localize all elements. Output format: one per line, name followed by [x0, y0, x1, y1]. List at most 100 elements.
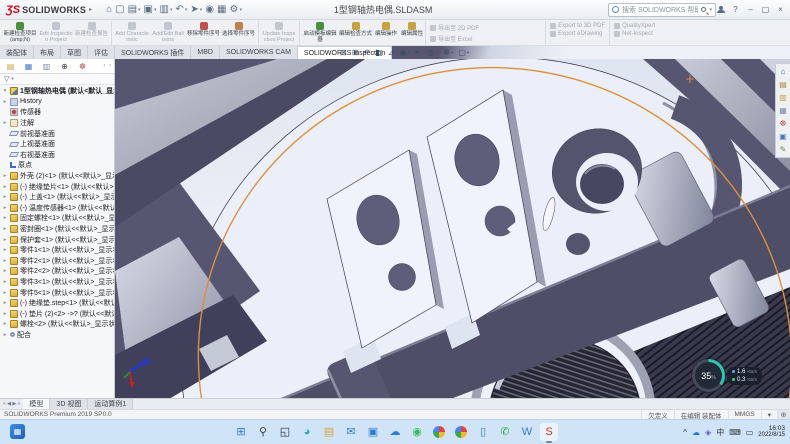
measure-icon[interactable]: ⊿ — [388, 48, 395, 57]
expand-arrow-icon[interactable]: ▸ — [2, 300, 8, 306]
ribbon-button[interactable]: Add/Edit Balloons — [150, 21, 186, 45]
tree-row[interactable]: ▸ 保护套<1> (默认<<默认>_显示状态 1>) — [2, 234, 114, 245]
tree-row[interactable]: ▸ 零件5<1> (默认<<默认>_显示状态 1>) — [2, 287, 114, 298]
export-button[interactable]: QualityXpert — [614, 23, 655, 29]
display-style-icon[interactable]: ◓▾ — [415, 48, 423, 57]
tree-row[interactable]: ▸ (-) 垫片 (2)<2> ->? (默认<<默认>_显示状态 1>) — [2, 308, 114, 319]
keyboard-tray-icon[interactable]: ⌨ — [729, 428, 741, 437]
file-properties-icon[interactable]: ▦ — [217, 5, 226, 15]
app-green-icon[interactable]: ◉ — [408, 423, 426, 441]
tree-row[interactable]: ▸ History — [2, 97, 114, 108]
section-view-icon[interactable]: ◧ — [375, 48, 383, 57]
export-button[interactable]: Export eDrawing — [550, 31, 605, 37]
chrome-icon[interactable] — [452, 423, 470, 441]
custom-properties-icon[interactable]: ▣ — [778, 131, 789, 142]
ribbon-button[interactable]: 编辑操作 — [373, 21, 399, 45]
expand-arrow-icon[interactable]: ▸ — [2, 173, 8, 179]
ribbon-button[interactable]: Add Characteristic — [114, 21, 150, 45]
file-explorer-icon[interactable]: ▤ — [320, 423, 338, 441]
edge-icon[interactable]: ◕ — [298, 423, 316, 441]
expand-arrow-icon[interactable]: ▸ — [2, 279, 8, 285]
design-library-icon[interactable]: ▤ — [778, 79, 789, 90]
hide-show-items-icon[interactable]: ◎▾ — [428, 48, 438, 57]
menu-flyout-icon[interactable]: ▸ — [89, 6, 92, 13]
appearances-scenes-icon[interactable]: ☸ — [778, 118, 789, 129]
status-item[interactable]: 欠定义 — [641, 410, 674, 420]
start-button[interactable]: ⊞ — [232, 423, 250, 441]
tray-chevron-icon[interactable]: ^ — [683, 428, 687, 437]
ribbon-button[interactable]: 移除零件序号 — [186, 21, 221, 45]
view-orientation-icon[interactable]: ◉▾ — [399, 48, 409, 57]
tree-row[interactable]: 前视基准面 — [2, 128, 114, 139]
status-item[interactable]: MMGS — [728, 411, 761, 418]
display-tray-icon[interactable]: ▭ — [746, 428, 754, 437]
wechat-icon[interactable]: ✆ — [496, 423, 514, 441]
document-tab[interactable]: 模型 — [23, 399, 50, 409]
ribbon-button[interactable]: Edit Inspection Project — [38, 21, 74, 45]
zoom-area-icon[interactable]: ⊞ — [352, 48, 359, 57]
expand-arrow-icon[interactable]: ▸ — [2, 120, 8, 126]
onedrive-icon[interactable]: ☁ — [386, 423, 404, 441]
expand-arrow-icon[interactable]: ▸ — [2, 215, 8, 221]
command-tab[interactable]: 评估 — [88, 46, 115, 59]
usage-gauge[interactable]: 35% — [692, 359, 725, 392]
tree-row[interactable]: ▾ 1型钢轴热电偶 (默认<默认_显示状态-1>) — [2, 86, 114, 97]
tree-row[interactable]: ▸ 密封圈<1> (默认<<默认>_显示状态 1>) — [2, 224, 114, 235]
graphics-viewport[interactable]: ⌂▤▥▦☸▣✎ 35% — [115, 59, 790, 398]
previous-view-icon[interactable]: ↶ — [363, 48, 370, 57]
tree-row[interactable]: ▸ (-) 温度传感器<1> (默认<<默认>_显示状态 1>) — [2, 203, 114, 214]
expand-arrow-icon[interactable]: ▸ — [2, 247, 8, 253]
tree-row[interactable]: 上视基准面 — [2, 139, 114, 150]
displaymanager-tab[interactable]: ☸ — [74, 60, 91, 73]
help-button[interactable]: ? — [728, 5, 743, 14]
ime-mode-button[interactable]: 中 — [716, 428, 724, 437]
solidworks-resources-icon[interactable]: ⌂ — [778, 66, 789, 77]
featuremanager-tab[interactable]: ▤ — [2, 60, 19, 73]
forum-icon[interactable]: ✎ — [778, 144, 789, 155]
command-tab[interactable]: MBD — [191, 46, 220, 59]
propertymanager-tab[interactable]: ▦ — [20, 60, 37, 73]
globe-icon[interactable]: ⊕ — [777, 410, 790, 419]
ribbon-button[interactable]: Update Inspection Project — [261, 21, 297, 45]
tree-row[interactable]: 右视基准面 — [2, 150, 114, 161]
options-icon[interactable]: ⚙▾ — [229, 5, 241, 15]
tree-row[interactable]: ▸ 外壳 (2)<1> (默认<<默认>_显示状态 1>) — [2, 171, 114, 182]
export-button[interactable]: 导出至 Excel — [430, 34, 541, 43]
ribbon-button[interactable]: 选择零件序号 — [221, 21, 256, 45]
store-icon[interactable]: ▣ — [364, 423, 382, 441]
zoom-fit-icon[interactable]: ⊡ — [340, 48, 347, 57]
ribbon-button[interactable] — [111, 21, 112, 45]
close-button[interactable]: × — [773, 5, 788, 14]
phone-link-icon[interactable]: ▯ — [474, 423, 492, 441]
expand-arrow-icon[interactable]: ▸ — [2, 194, 8, 200]
tree-row[interactable]: ▸ 固定螺栓<1> (默认<<默认>_显示状态 1>) — [2, 213, 114, 224]
wps-icon[interactable]: W — [518, 423, 536, 441]
expand-arrow-icon[interactable]: ▸ — [2, 290, 8, 296]
tree-row[interactable]: ▸ 螺栓<2> (默认<<默认>_显示状态 1>) — [2, 319, 114, 330]
configurationmanager-tab[interactable]: ▥ — [38, 60, 55, 73]
help-search-box[interactable]: 搜索 SOLIDWORKS 帮助 ▾ — [608, 3, 716, 17]
welcome-icon[interactable]: ⌂ — [106, 5, 112, 15]
mail-icon[interactable]: ✉ — [342, 423, 360, 441]
print-icon[interactable]: ▥▾ — [160, 5, 173, 15]
view-settings-icon[interactable]: ▢▾ — [458, 48, 469, 57]
ribbon-button[interactable]: 新建检查项目 (amp;N) — [2, 21, 38, 45]
save-icon[interactable]: ▣▾ — [144, 5, 157, 15]
ribbon-button[interactable]: 启动模板编辑器 — [302, 21, 338, 45]
expand-arrow-icon[interactable]: ▸ — [2, 99, 8, 105]
rebuild-traffic-light-icon[interactable]: ◉ — [205, 5, 214, 15]
view-palette-icon[interactable]: ▦ — [778, 105, 789, 116]
export-button[interactable]: Net-Inspect — [614, 31, 655, 37]
widgets-button[interactable]: ▦ — [10, 424, 25, 439]
tree-row[interactable]: 原点 — [2, 160, 114, 171]
panel-tab-arrows-icon[interactable]: ‹ › — [103, 63, 114, 69]
command-tab[interactable]: 装配体 — [0, 46, 34, 59]
tree-row[interactable]: ▸ 零件3<1> (默认<<默认>_显示状态 1>) — [2, 277, 114, 288]
expand-arrow-icon[interactable]: ▸ — [2, 321, 8, 327]
ribbon-button[interactable]: 新建检查报告 — [74, 21, 109, 45]
performance-widget[interactable]: 35% 1.6 KB/s 0.3 KB/s — [692, 359, 762, 392]
tree-row[interactable]: 传感器 — [2, 107, 114, 118]
unit-caret-icon[interactable]: ▾ — [761, 411, 777, 419]
task-view-button[interactable]: ◱ — [276, 423, 294, 441]
expand-arrow-icon[interactable]: ▸ — [2, 311, 8, 317]
